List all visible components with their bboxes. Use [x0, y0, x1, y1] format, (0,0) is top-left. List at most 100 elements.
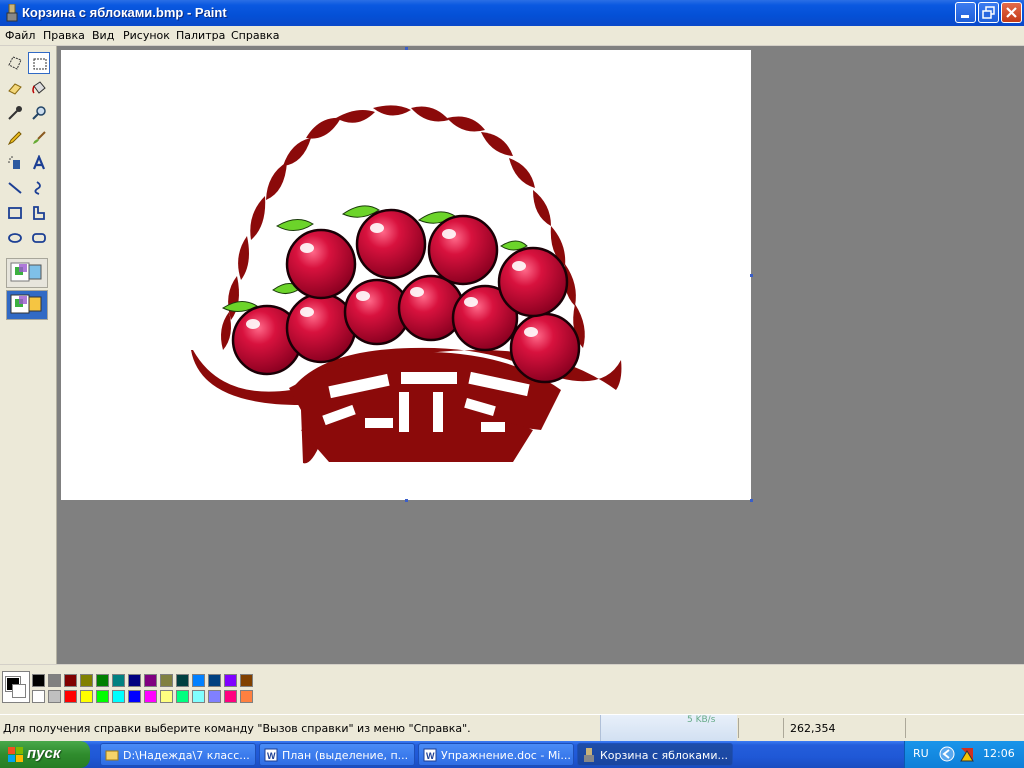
line-tool[interactable] — [4, 177, 26, 199]
polygon-tool[interactable] — [28, 202, 50, 224]
palette-swatch[interactable] — [96, 690, 109, 703]
rect-select-tool[interactable] — [28, 52, 50, 74]
restore-button[interactable] — [978, 2, 999, 23]
palette-swatch[interactable] — [48, 674, 61, 687]
transparent-mode-icon — [10, 294, 42, 314]
opaque-mode-option[interactable] — [6, 258, 48, 288]
task-label: Корзина с яблоками... — [600, 749, 728, 762]
palette-swatch[interactable] — [96, 674, 109, 687]
rounded-rect-icon — [32, 233, 46, 243]
palette-swatch[interactable] — [176, 674, 189, 687]
palette-swatch[interactable] — [112, 690, 125, 703]
task-label: Упражнение.doc - Mi... — [441, 749, 571, 762]
brush-tool[interactable] — [28, 127, 50, 149]
free-select-tool[interactable] — [4, 52, 26, 74]
resize-handle-bottom[interactable] — [405, 499, 408, 502]
menu-palette[interactable]: Палитра — [176, 29, 225, 42]
menu-image[interactable]: Рисунок — [123, 29, 170, 42]
palette-swatch[interactable] — [240, 674, 253, 687]
transparent-mode-option[interactable] — [6, 290, 48, 320]
clock: 12:06 — [983, 747, 1015, 760]
svg-text:W: W — [267, 751, 276, 761]
palette-swatch[interactable] — [208, 674, 221, 687]
curve-tool[interactable] — [28, 177, 50, 199]
rounded-rect-tool[interactable] — [28, 227, 50, 249]
fill-tool[interactable] — [28, 77, 50, 99]
toolbox — [0, 46, 57, 664]
status-divider — [783, 718, 784, 738]
close-icon — [1006, 7, 1017, 18]
palette-swatch[interactable] — [128, 690, 141, 703]
title-bar: Корзина с яблоками.bmp - Paint — [0, 0, 1024, 26]
background-color — [12, 684, 26, 698]
magnifier-tool[interactable] — [28, 102, 50, 124]
palette-swatch[interactable] — [192, 674, 205, 687]
task-word-exercise[interactable]: W Упражнение.doc - Mi... — [418, 743, 574, 766]
ellipse-tool[interactable] — [4, 227, 26, 249]
rectangle-icon — [8, 207, 22, 219]
palette-swatch[interactable] — [240, 690, 253, 703]
palette-swatch[interactable] — [160, 674, 173, 687]
task-folder[interactable]: D:\Надежда\7 класс... — [100, 743, 256, 766]
pencil-tool[interactable] — [4, 127, 26, 149]
fill-bucket-icon — [32, 81, 46, 94]
palette-swatch[interactable] — [32, 690, 45, 703]
rectangle-tool[interactable] — [4, 202, 26, 224]
task-label: План (выделение, п... — [282, 749, 409, 762]
word-doc-icon: W — [423, 748, 437, 762]
network-meter: 5 KB/s — [600, 715, 737, 741]
back-arrow-icon[interactable] — [939, 746, 955, 762]
palette-swatch[interactable] — [192, 690, 205, 703]
minimize-button[interactable] — [955, 2, 976, 23]
palette-swatch[interactable] — [80, 690, 93, 703]
windows-logo-icon — [8, 747, 23, 762]
resize-handle-corner[interactable] — [750, 499, 753, 502]
menu-file[interactable]: Файл — [5, 29, 35, 42]
rect-select-icon — [33, 58, 47, 70]
palette-swatch[interactable] — [112, 674, 125, 687]
folder-icon — [105, 750, 119, 761]
menu-view[interactable]: Вид — [92, 29, 114, 42]
text-tool[interactable] — [28, 152, 50, 174]
apple-basket-drawing — [191, 105, 622, 464]
task-paint[interactable]: Корзина с яблоками... — [577, 743, 733, 766]
palette-swatch[interactable] — [32, 674, 45, 687]
menu-help[interactable]: Справка — [231, 29, 279, 42]
resize-handle-top[interactable] — [405, 47, 408, 50]
color-picker-tool[interactable] — [4, 102, 26, 124]
palette-swatch[interactable] — [224, 674, 237, 687]
palette-swatch[interactable] — [144, 674, 157, 687]
menu-edit[interactable]: Правка — [43, 29, 85, 42]
line-icon — [8, 182, 22, 194]
current-colors[interactable] — [2, 671, 30, 703]
airbrush-icon — [8, 156, 20, 169]
start-button[interactable]: пуск — [0, 741, 90, 768]
language-indicator[interactable]: RU — [913, 747, 929, 760]
palette-swatch[interactable] — [48, 690, 61, 703]
curve-icon — [34, 181, 41, 195]
ellipse-icon — [8, 233, 22, 243]
palette-swatch[interactable] — [64, 690, 77, 703]
airbrush-tool[interactable] — [4, 152, 26, 174]
system-tray: RU 12:06 — [904, 741, 1024, 768]
eraser-tool[interactable] — [4, 77, 26, 99]
menu-bar: Файл Правка Вид Рисунок Палитра Справка — [0, 26, 1024, 46]
pencil-icon — [7, 131, 22, 146]
palette-swatch[interactable] — [208, 690, 221, 703]
task-word-plan[interactable]: W План (выделение, п... — [259, 743, 415, 766]
magnifier-icon — [32, 106, 46, 120]
close-button[interactable] — [1001, 2, 1022, 23]
palette-swatch[interactable] — [80, 674, 93, 687]
palette-swatch[interactable] — [224, 690, 237, 703]
resize-handle-right[interactable] — [750, 274, 753, 277]
palette-swatch[interactable] — [144, 690, 157, 703]
cursor-coordinates: 262,354 — [790, 722, 836, 735]
palette-swatch[interactable] — [176, 690, 189, 703]
palette-swatch[interactable] — [128, 674, 141, 687]
palette-swatch[interactable] — [160, 690, 173, 703]
polygon-icon — [33, 206, 45, 220]
palette-swatch[interactable] — [64, 674, 77, 687]
drawing-canvas[interactable] — [61, 50, 751, 500]
minimize-icon — [961, 15, 969, 18]
security-alert-icon[interactable] — [959, 746, 975, 762]
